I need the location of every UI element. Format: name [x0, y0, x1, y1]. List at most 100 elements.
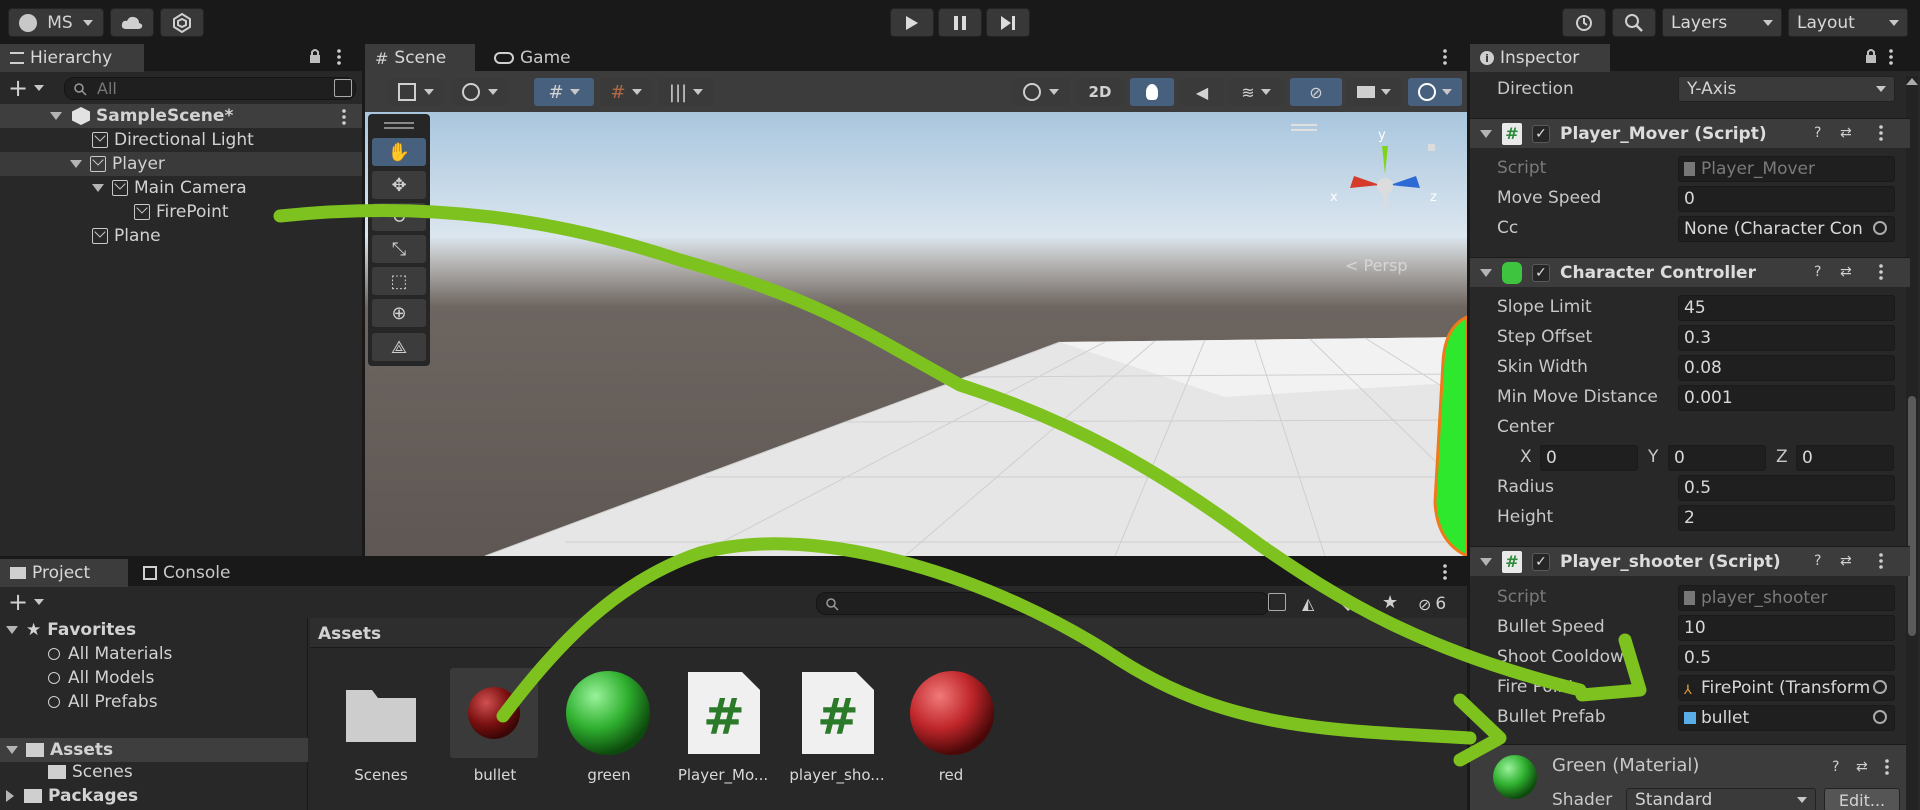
drag-handle-icon[interactable] — [1291, 124, 1317, 126]
fire-point-field[interactable]: ⅄ FirePoint (Transform — [1678, 675, 1895, 701]
filter-type-icon[interactable]: ◭ — [1302, 594, 1314, 613]
kebab-menu-icon[interactable] — [1442, 48, 1448, 71]
help-icon[interactable]: ? — [1814, 553, 1821, 569]
object-picker-icon[interactable] — [1873, 680, 1887, 694]
center-x-field[interactable]: 0 — [1540, 445, 1638, 471]
pause-button[interactable] — [938, 8, 982, 37]
grid-snapping-toggle[interactable]: # — [534, 78, 594, 106]
create-button[interactable]: + — [8, 76, 48, 100]
hierarchy-item-directional-light[interactable]: Directional Light — [0, 128, 362, 152]
shader-dropdown[interactable]: Standard — [1626, 788, 1816, 810]
tab-hierarchy[interactable]: Hierarchy — [0, 44, 144, 72]
edit-shader-button[interactable]: Edit... — [1824, 788, 1900, 810]
kebab-menu-icon[interactable] — [1878, 124, 1884, 147]
kebab-menu-icon[interactable] — [1878, 263, 1884, 286]
object-picker-icon[interactable] — [1873, 710, 1887, 724]
move-tool[interactable]: ✥ — [372, 171, 426, 199]
hierarchy-item-plane[interactable]: Plane — [0, 224, 362, 248]
project-create-button[interactable]: + — [8, 590, 48, 614]
step-button[interactable] — [986, 8, 1030, 37]
asset-bullet[interactable] — [450, 668, 538, 758]
kebab-menu-icon[interactable] — [1884, 758, 1890, 781]
direction-dropdown[interactable]: Y-Axis — [1678, 76, 1895, 102]
skin-width-field[interactable]: 0.08 — [1678, 355, 1895, 381]
favorite-star-icon[interactable]: ★ — [1382, 592, 1398, 613]
custom-tool[interactable]: ⟁ — [372, 333, 426, 361]
asset-breadcrumb[interactable]: Assets — [318, 624, 381, 644]
asset-player-mover-script[interactable]: # — [680, 668, 768, 758]
presets-icon[interactable]: ⇄ — [1856, 759, 1868, 775]
scroll-up-icon[interactable] — [1906, 78, 1918, 85]
hand-tool[interactable]: ✋ — [372, 138, 426, 166]
cc-object-field[interactable]: None (Character Con — [1678, 216, 1895, 242]
tree-assets[interactable]: Assets — [0, 738, 308, 762]
audio-toggle[interactable]: ◀ — [1180, 78, 1224, 106]
presets-icon[interactable]: ⇄ — [1840, 125, 1852, 141]
gizmos-dropdown[interactable] — [1408, 78, 1462, 106]
enabled-checkbox[interactable]: ✓ — [1532, 124, 1550, 143]
kebab-menu-icon[interactable] — [1878, 552, 1884, 575]
search-filter-icon[interactable] — [1268, 593, 1286, 611]
tab-game[interactable]: Game — [484, 44, 594, 72]
shading-mode-dropdown[interactable] — [1012, 78, 1070, 106]
effects-dropdown[interactable]: ≋ — [1228, 78, 1284, 106]
project-search-input[interactable] — [816, 592, 1270, 615]
bullet-prefab-field[interactable]: bullet — [1678, 705, 1895, 731]
tree-favorites[interactable]: ★ Favorites — [6, 620, 136, 640]
presets-icon[interactable]: ⇄ — [1840, 264, 1852, 280]
cloud-button[interactable] — [110, 8, 154, 37]
tab-inspector[interactable]: i Inspector — [1470, 44, 1610, 72]
enabled-checkbox[interactable]: ✓ — [1532, 263, 1550, 282]
rotate-tool[interactable]: ↻ — [372, 203, 426, 231]
projection-label[interactable]: < Persp — [1345, 256, 1407, 275]
collab-button[interactable] — [160, 8, 204, 37]
hierarchy-search-input[interactable]: All — [64, 77, 356, 100]
draw-mode-dropdown[interactable] — [388, 78, 444, 106]
step-offset-field[interactable]: 0.3 — [1678, 325, 1895, 351]
lock-icon[interactable] — [308, 48, 322, 69]
asset-player-shooter-script[interactable]: # — [794, 668, 882, 758]
bullet-speed-field[interactable]: 10 — [1678, 615, 1895, 641]
search-button[interactable] — [1612, 8, 1656, 37]
filter-label-icon[interactable]: ◆ — [1342, 594, 1354, 613]
shoot-cooldown-field[interactable]: 0.5 — [1678, 645, 1895, 671]
lock-icon[interactable] — [1864, 48, 1878, 69]
tree-all-prefabs[interactable]: All Prefabs — [48, 692, 158, 712]
transform-tool[interactable]: ⊕ — [372, 299, 426, 327]
history-button[interactable] — [1562, 8, 1606, 37]
tab-scene[interactable]: # Scene — [365, 44, 475, 72]
asset-red-material[interactable] — [908, 668, 996, 758]
radius-field[interactable]: 0.5 — [1678, 475, 1895, 501]
ruler-snap-dropdown[interactable]: ||| — [658, 78, 714, 106]
lighting-toggle[interactable] — [1130, 78, 1174, 106]
toggle-2d-button[interactable]: 2D — [1076, 78, 1124, 106]
kebab-menu-icon[interactable] — [1442, 563, 1448, 586]
scene-viewport[interactable] — [365, 112, 1467, 556]
tree-scenes[interactable]: Scenes — [48, 762, 133, 782]
hidden-objects-toggle[interactable]: ⊘ — [1290, 78, 1342, 106]
rect-tool[interactable]: ⬚ — [372, 267, 426, 295]
kebab-menu-icon[interactable] — [336, 48, 342, 66]
help-icon[interactable]: ? — [1832, 759, 1839, 775]
asset-scenes-folder[interactable] — [338, 668, 426, 758]
height-field[interactable]: 2 — [1678, 505, 1895, 531]
help-icon[interactable]: ? — [1814, 125, 1821, 141]
tree-all-materials[interactable]: All Materials — [48, 644, 172, 664]
play-button[interactable] — [890, 8, 934, 37]
tree-packages[interactable]: Packages — [6, 786, 138, 806]
hidden-packages-toggle[interactable]: ⊘ 6 — [1418, 594, 1446, 614]
tab-project[interactable]: Project — [0, 559, 128, 587]
hierarchy-item-firepoint[interactable]: FirePoint — [0, 200, 362, 224]
search-filter-icon[interactable] — [334, 79, 352, 97]
layout-dropdown[interactable]: Layout — [1788, 8, 1908, 37]
account-dropdown[interactable]: MS — [8, 8, 104, 37]
hierarchy-item-player[interactable]: Player — [0, 152, 362, 176]
move-speed-field[interactable]: 0 — [1678, 186, 1895, 212]
camera-settings-dropdown[interactable] — [1346, 78, 1402, 106]
global-local-dropdown[interactable] — [452, 78, 508, 106]
min-move-distance-field[interactable]: 0.001 — [1678, 385, 1895, 411]
tab-console[interactable]: Console — [133, 559, 253, 587]
orientation-gizmo[interactable]: y x z — [1330, 128, 1440, 238]
inspector-scroll-thumb[interactable] — [1908, 396, 1916, 636]
scale-tool[interactable]: ⤡ — [372, 235, 426, 263]
